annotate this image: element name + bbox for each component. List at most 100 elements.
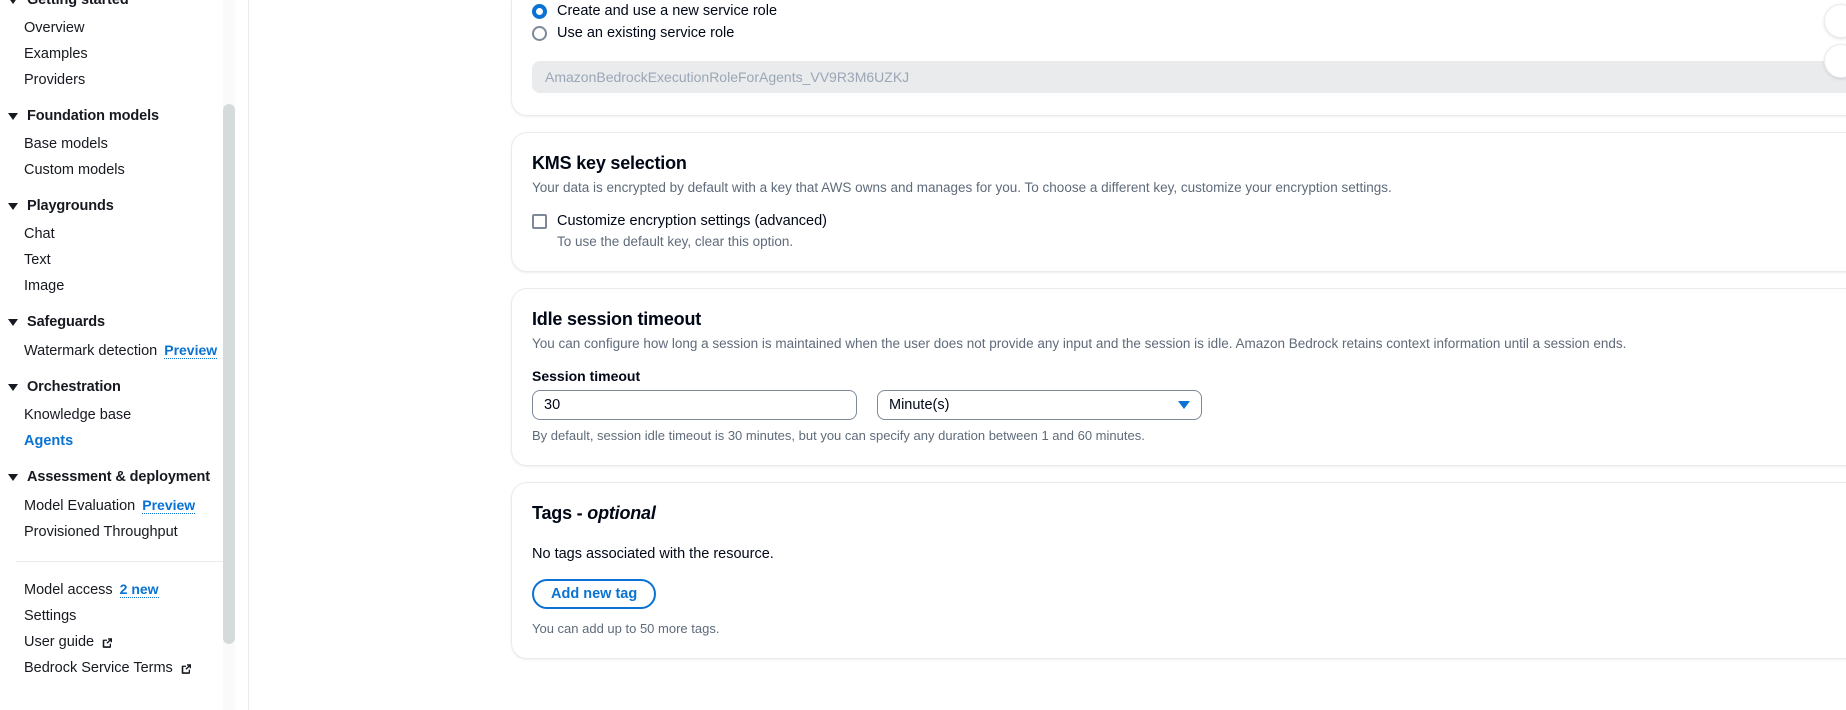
nav-group-assessment-deployment[interactable]: Assessment & deployment bbox=[0, 462, 249, 492]
tags-limit-note: You can add up to 50 more tags. bbox=[532, 620, 720, 636]
sidebar-item-user-guide[interactable]: User guide bbox=[0, 629, 249, 655]
caret-down-icon bbox=[8, 473, 18, 481]
nav-gap bbox=[0, 454, 249, 462]
chevron-down-icon bbox=[1178, 400, 1190, 409]
idle-session-description: You can configure how long a session is … bbox=[532, 336, 1627, 352]
checkbox-unchecked-icon[interactable] bbox=[532, 213, 547, 229]
caret-down-icon bbox=[8, 0, 18, 4]
session-timeout-label: Session timeout bbox=[532, 367, 641, 384]
session-timeout-helper-text: By default, session idle timeout is 30 m… bbox=[532, 427, 1145, 443]
customize-encryption-checkbox-row[interactable]: Customize encryption settings (advanced)… bbox=[532, 212, 1846, 250]
nav-group-label: Foundation models bbox=[27, 108, 160, 124]
sidebar-item-watermark-detection[interactable]: Watermark detection Preview bbox=[0, 337, 249, 364]
radio-label: Use an existing service role bbox=[557, 25, 735, 41]
sidebar-item-custom-models[interactable]: Custom models bbox=[0, 157, 249, 183]
service-role-card: Create and use a new service role Use an… bbox=[511, 0, 1846, 116]
external-link-icon bbox=[101, 637, 113, 649]
service-role-value: AmazonBedrockExecutionRoleForAgents_VV9R… bbox=[545, 69, 910, 85]
sidebar-item-model-evaluation[interactable]: Model Evaluation Preview bbox=[0, 492, 249, 519]
nav-group-safeguards[interactable]: Safeguards bbox=[0, 307, 249, 337]
sidebar-item-knowledge-base[interactable]: Knowledge base bbox=[0, 402, 249, 428]
session-timeout-unit-select[interactable]: Minute(s) bbox=[877, 389, 1202, 420]
radio-unselected-icon bbox=[532, 25, 547, 41]
sidebar-item-model-access[interactable]: Model access 2 new bbox=[0, 576, 249, 603]
radio-use-existing-service-role[interactable]: Use an existing service role bbox=[532, 22, 1846, 44]
nav-item-label: Image bbox=[24, 278, 65, 294]
nav-item-label: Examples bbox=[24, 46, 88, 62]
nav-item-label: Chat bbox=[24, 226, 55, 242]
nav-group-getting-started[interactable]: Getting started bbox=[0, 0, 249, 15]
sidebar-item-bedrock-service-terms[interactable]: Bedrock Service Terms bbox=[0, 655, 249, 681]
caret-down-icon bbox=[8, 202, 18, 210]
nav-list: Getting started Overview Examples Provid… bbox=[0, 0, 249, 681]
nav-item-label: Knowledge base bbox=[24, 407, 132, 423]
nav-item-label: Base models bbox=[24, 136, 108, 152]
sidebar-scrollbar[interactable] bbox=[223, 0, 235, 710]
radio-selected-icon bbox=[532, 3, 547, 19]
preview-badge[interactable]: Preview bbox=[142, 497, 196, 514]
session-timeout-row: Minute(s) bbox=[532, 389, 1846, 420]
nav-item-label: Provisioned Throughput bbox=[24, 524, 178, 540]
kms-key-selection-card: KMS key selection Your data is encrypted… bbox=[511, 132, 1846, 273]
sidebar-item-examples[interactable]: Examples bbox=[0, 41, 249, 67]
kms-section-title: KMS key selection bbox=[532, 153, 687, 173]
nav-item-label: User guide bbox=[24, 634, 95, 650]
left-navigation: Getting started Overview Examples Provid… bbox=[0, 0, 249, 710]
nav-gap bbox=[0, 299, 249, 307]
form-footer-actions: Cancel Next bbox=[511, 675, 1846, 710]
sidebar-item-base-models[interactable]: Base models bbox=[0, 131, 249, 157]
nav-group-label: Getting started bbox=[27, 0, 129, 8]
sidebar-item-text[interactable]: Text bbox=[0, 247, 249, 273]
nav-item-label: Model access bbox=[24, 581, 113, 598]
nav-item-label: Settings bbox=[24, 608, 77, 624]
caret-down-icon bbox=[8, 318, 18, 326]
customize-encryption-hint: To use the default key, clear this optio… bbox=[557, 234, 794, 250]
radio-create-new-service-role[interactable]: Create and use a new service role bbox=[532, 0, 1846, 22]
nav-item-label: Overview bbox=[24, 20, 85, 36]
nav-item-label: Text bbox=[24, 252, 51, 268]
nav-group-label: Assessment & deployment bbox=[27, 469, 211, 485]
form-container: Create and use a new service role Use an… bbox=[511, 0, 1846, 710]
add-new-tag-button[interactable]: Add new tag bbox=[532, 578, 657, 609]
nav-item-label: Watermark detection bbox=[24, 342, 158, 359]
sidebar-item-chat[interactable]: Chat bbox=[0, 221, 249, 247]
nav-item-label: Model Evaluation bbox=[24, 497, 136, 514]
kms-section-description: Your data is encrypted by default with a… bbox=[532, 180, 1392, 195]
nav-item-label: Providers bbox=[24, 72, 86, 88]
sidebar-item-image[interactable]: Image bbox=[0, 273, 249, 299]
session-timeout-input[interactable] bbox=[532, 389, 857, 420]
sidebar-item-settings[interactable]: Settings bbox=[0, 603, 249, 629]
customize-encryption-label: Customize encryption settings (advanced) bbox=[557, 212, 827, 229]
new-count-badge[interactable]: 2 new bbox=[119, 581, 159, 598]
nav-group-label: Safeguards bbox=[27, 314, 105, 330]
sidebar-separator bbox=[16, 561, 233, 562]
caret-down-icon bbox=[8, 112, 18, 120]
tags-optional-text: optional bbox=[587, 502, 656, 523]
idle-session-timeout-card: Idle session timeout You can configure h… bbox=[511, 288, 1846, 466]
bedrock-create-agent-page: Getting started Overview Examples Provid… bbox=[0, 0, 1846, 710]
nav-group-playgrounds[interactable]: Playgrounds bbox=[0, 191, 249, 221]
tags-empty-message: No tags associated with the resource. bbox=[532, 545, 774, 562]
scrollbar-thumb[interactable] bbox=[223, 104, 235, 644]
radio-label: Create and use a new service role bbox=[557, 3, 778, 19]
tags-card: Tags - optional No tags associated with … bbox=[511, 481, 1846, 659]
nav-gap bbox=[0, 364, 249, 372]
nav-item-label: Custom models bbox=[24, 162, 125, 178]
caret-down-icon bbox=[8, 383, 18, 391]
main-content: Create and use a new service role Use an… bbox=[249, 0, 1846, 710]
sidebar-item-provisioned-throughput[interactable]: Provisioned Throughput bbox=[0, 519, 249, 545]
tags-title-text: Tags - bbox=[532, 502, 588, 523]
unit-value: Minute(s) bbox=[889, 396, 950, 413]
sidebar-item-providers[interactable]: Providers bbox=[0, 67, 249, 93]
tags-section-title: Tags - optional bbox=[532, 503, 1846, 524]
preview-badge[interactable]: Preview bbox=[164, 342, 218, 359]
nav-group-orchestration[interactable]: Orchestration bbox=[0, 372, 249, 402]
nav-item-label: Bedrock Service Terms bbox=[24, 660, 173, 676]
service-role-select[interactable]: AmazonBedrockExecutionRoleForAgents_VV9R… bbox=[532, 61, 1846, 93]
nav-gap bbox=[0, 93, 249, 101]
sidebar-item-agents[interactable]: Agents bbox=[0, 428, 249, 454]
sidebar-item-overview[interactable]: Overview bbox=[0, 15, 249, 41]
nav-group-foundation-models[interactable]: Foundation models bbox=[0, 101, 249, 131]
external-link-icon bbox=[180, 663, 192, 675]
idle-session-title: Idle session timeout bbox=[532, 309, 702, 330]
